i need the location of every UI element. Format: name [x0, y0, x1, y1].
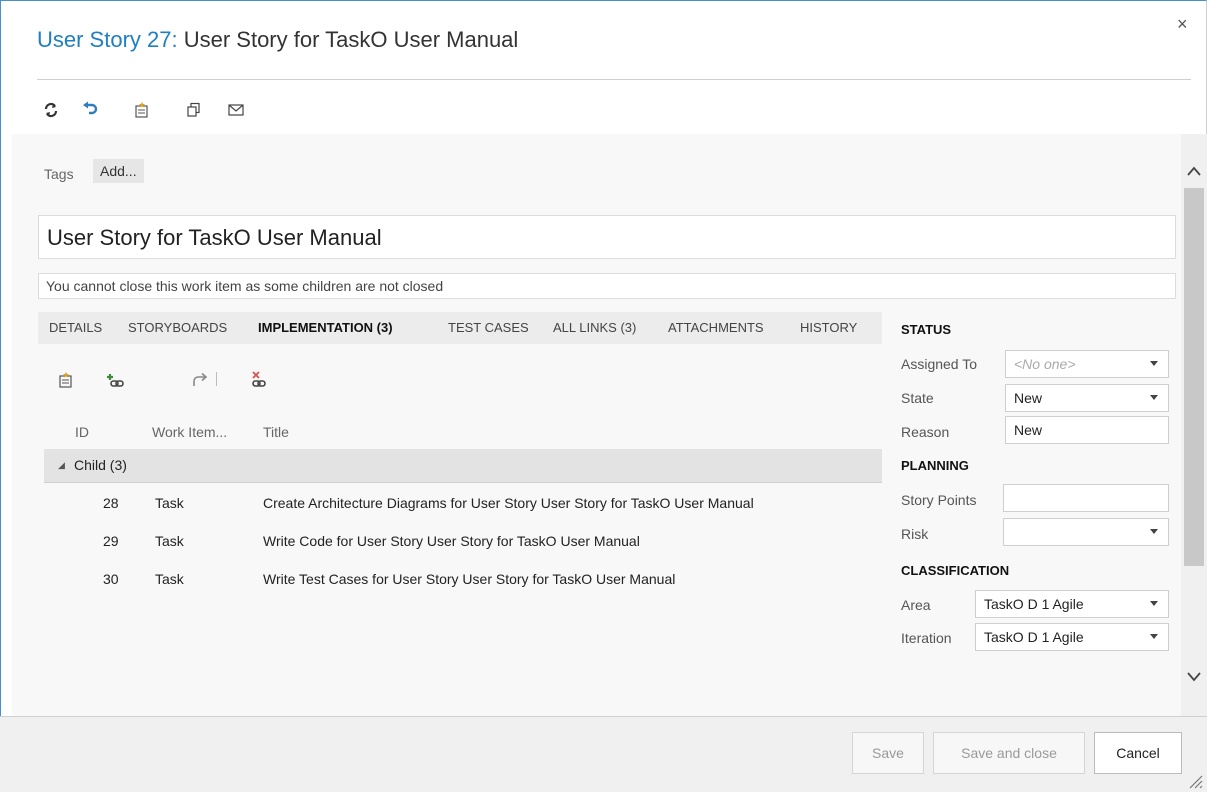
cancel-button[interactable]: Cancel — [1094, 732, 1182, 774]
tab-strip: DETAILS STORYBOARDS IMPLEMENTATION (3) T… — [38, 312, 882, 344]
risk-dropdown[interactable] — [1003, 518, 1169, 546]
tab-implementation[interactable]: IMPLEMENTATION (3) — [258, 320, 393, 335]
chevron-down-icon[interactable] — [1150, 529, 1158, 534]
state-dropdown[interactable]: New — [1005, 384, 1169, 412]
planning-heading: PLANNING — [901, 458, 969, 473]
refresh-icon[interactable] — [37, 98, 65, 122]
assigned-to-dropdown[interactable]: <No one> — [1005, 350, 1169, 378]
assigned-to-label: Assigned To — [901, 356, 978, 372]
dialog-title: User Story 27: User Story for TaskO User… — [37, 27, 518, 53]
work-item-title-field[interactable]: User Story for TaskO User Manual — [38, 215, 1176, 259]
table-row[interactable]: 28 Task Create Architecture Diagrams for… — [44, 489, 882, 521]
close-icon[interactable]: × — [1177, 15, 1188, 33]
row-title: Create Architecture Diagrams for User St… — [263, 495, 754, 511]
dialog-title-text: User Story for TaskO User Manual — [177, 27, 519, 52]
story-points-label: Story Points — [901, 492, 977, 508]
area-value: TaskO D 1 Agile — [984, 596, 1084, 612]
scroll-up-icon[interactable] — [1181, 156, 1207, 186]
row-id: 28 — [103, 495, 119, 511]
column-header-id[interactable]: ID — [75, 424, 89, 440]
copy-icon[interactable] — [169, 98, 219, 122]
row-id: 29 — [103, 533, 119, 549]
tab-attachments[interactable]: ATTACHMENTS — [668, 320, 764, 335]
new-linked-work-item-icon[interactable] — [115, 98, 169, 122]
column-header-title[interactable]: Title — [263, 424, 289, 440]
add-link-icon[interactable] — [104, 368, 128, 392]
reason-field[interactable]: New — [1005, 416, 1169, 444]
vertical-scrollbar[interactable] — [1181, 134, 1207, 716]
status-heading: STATUS — [901, 322, 952, 337]
tags-label: Tags — [44, 166, 74, 182]
save-and-close-button[interactable]: Save and close — [933, 732, 1085, 774]
area-label: Area — [901, 597, 931, 613]
iteration-value: TaskO D 1 Agile — [984, 629, 1084, 645]
state-label: State — [901, 390, 934, 406]
undo-icon[interactable] — [65, 98, 115, 122]
risk-label: Risk — [901, 526, 929, 542]
tab-storyboards[interactable]: STORYBOARDS — [128, 320, 227, 335]
resize-grip-icon[interactable] — [1186, 772, 1204, 790]
row-type: Task — [155, 571, 184, 587]
new-linked-item-icon[interactable] — [54, 368, 78, 392]
scroll-down-icon[interactable] — [1181, 662, 1207, 692]
child-group-row[interactable]: ◢ Child (3) — [44, 449, 882, 483]
row-title: Write Code for User Story User Story for… — [263, 533, 640, 549]
scrollbar-thumb[interactable] — [1184, 188, 1204, 566]
area-dropdown[interactable]: TaskO D 1 Agile — [975, 590, 1169, 618]
column-header-work-item-type[interactable]: Work Item... — [152, 424, 227, 440]
toolbar-separator — [216, 372, 217, 386]
row-id: 30 — [103, 571, 119, 587]
open-item-icon[interactable] — [188, 368, 212, 392]
chevron-down-icon[interactable] — [1150, 601, 1158, 606]
classification-heading: CLASSIFICATION — [901, 563, 1010, 578]
chevron-down-icon[interactable] — [1150, 634, 1158, 639]
delete-link-icon[interactable] — [248, 368, 272, 392]
tab-test-cases[interactable]: TEST CASES — [448, 320, 529, 335]
iteration-dropdown[interactable]: TaskO D 1 Agile — [975, 623, 1169, 651]
title-divider — [37, 79, 1191, 80]
chevron-down-icon[interactable] — [1150, 395, 1158, 400]
assigned-to-value: <No one> — [1014, 356, 1076, 372]
tab-all-links[interactable]: ALL LINKS (3) — [553, 320, 636, 335]
story-points-input[interactable] — [1003, 484, 1169, 512]
state-value: New — [1014, 390, 1043, 406]
row-title: Write Test Cases for User Story User Sto… — [263, 571, 676, 587]
tab-details[interactable]: DETAILS — [49, 320, 102, 335]
tab-history[interactable]: HISTORY — [800, 320, 857, 335]
reason-value: New — [1014, 422, 1043, 438]
collapse-triangle-icon[interactable]: ◢ — [58, 460, 65, 471]
iteration-label: Iteration — [901, 630, 952, 646]
child-group-label: Child (3) — [74, 457, 127, 473]
email-icon[interactable] — [219, 98, 253, 122]
close-warning-message: You cannot close this work item as some … — [38, 273, 1176, 299]
row-type: Task — [155, 495, 184, 511]
add-tag-button[interactable]: Add... — [93, 159, 144, 183]
save-button[interactable]: Save — [852, 732, 924, 774]
work-item-toolbar — [37, 97, 253, 123]
work-item-id-link[interactable]: User Story 27: — [37, 27, 178, 52]
chevron-down-icon[interactable] — [1150, 361, 1158, 366]
reason-label: Reason — [901, 424, 950, 440]
table-row[interactable]: 30 Task Write Test Cases for User Story … — [44, 565, 882, 597]
table-row[interactable]: 29 Task Write Code for User Story User S… — [44, 527, 882, 559]
row-type: Task — [155, 533, 184, 549]
